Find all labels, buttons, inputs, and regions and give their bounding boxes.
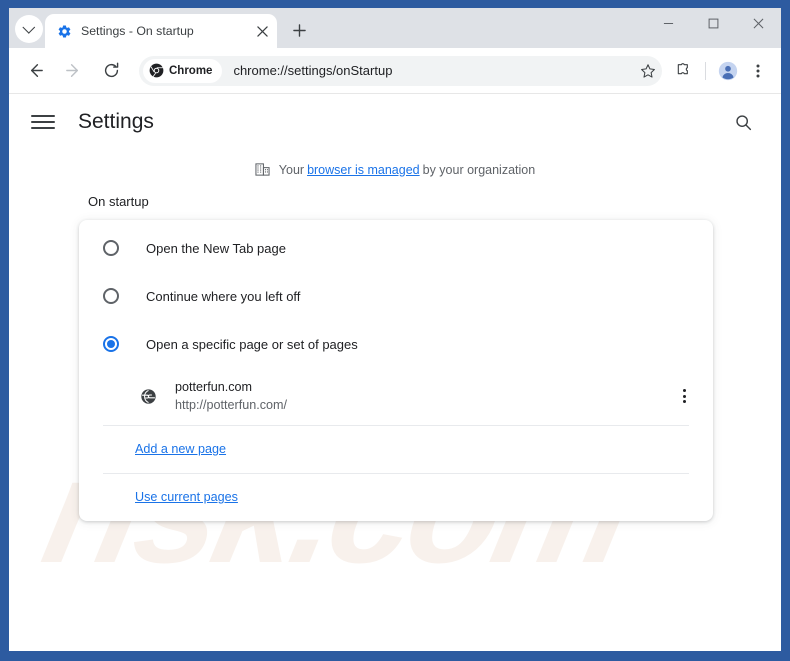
radio-icon[interactable] <box>103 288 119 304</box>
startup-site-name: potterfun.com <box>175 380 253 394</box>
back-button[interactable] <box>19 55 51 87</box>
building-icon <box>255 162 270 177</box>
add-new-page-link[interactable]: Add a new page <box>135 442 226 456</box>
add-new-page-row[interactable]: Add a new page <box>79 426 713 473</box>
managed-banner-link[interactable]: browser is managed <box>307 163 420 177</box>
tab-title: Settings - On startup <box>81 24 194 38</box>
startup-option-label: Open a specific page or set of pages <box>146 336 358 352</box>
window-controls <box>646 8 781 48</box>
use-current-pages-row[interactable]: Use current pages <box>79 474 713 521</box>
globe-icon <box>139 387 157 405</box>
managed-banner-suffix: by your organization <box>422 162 536 177</box>
puzzle-piece-icon <box>675 62 692 79</box>
browser-window: Settings - On startup Chrome chrome://se… <box>9 8 781 651</box>
radio-icon[interactable] <box>103 240 119 256</box>
chrome-chip-label: Chrome <box>169 64 213 77</box>
toolbar-divider <box>705 61 706 80</box>
startup-site-url: http://potterfun.com/ <box>175 398 288 413</box>
reload-button[interactable] <box>95 55 127 87</box>
minimize-button[interactable] <box>646 8 691 39</box>
on-startup-card: Open the New Tab page Continue where you… <box>79 220 713 521</box>
startup-option-continue[interactable]: Continue where you left off <box>79 272 713 320</box>
startup-option-specific-pages[interactable]: Open a specific page or set of pages <box>79 320 713 368</box>
three-dot-menu-icon[interactable] <box>743 56 773 86</box>
extensions-button[interactable] <box>668 56 698 86</box>
window-frame: Settings - On startup Chrome chrome://se… <box>0 0 790 661</box>
page-title: Settings <box>78 110 154 133</box>
startup-option-label: Continue where you left off <box>146 288 301 304</box>
chrome-logo-icon <box>149 63 164 78</box>
tab-strip: Settings - On startup <box>9 8 781 48</box>
radio-icon-selected[interactable] <box>103 336 119 352</box>
managed-banner: Your browser is managed by your organiza… <box>9 162 781 177</box>
address-bar[interactable]: Chrome chrome://settings/onStartup <box>139 55 662 86</box>
managed-banner-prefix: Your <box>278 162 305 177</box>
section-title-on-startup: On startup <box>88 194 149 209</box>
startup-option-label: Open the New Tab page <box>146 240 286 256</box>
browser-tab[interactable]: Settings - On startup <box>45 14 277 48</box>
profile-avatar-icon[interactable] <box>713 56 743 86</box>
settings-content: On startup Open the New Tab page Continu… <box>79 194 713 521</box>
startup-site-menu-button[interactable] <box>671 383 697 409</box>
startup-site-row: potterfun.com http://potterfun.com/ <box>79 368 713 425</box>
settings-header: Settings <box>9 94 781 150</box>
use-current-pages-link[interactable]: Use current pages <box>135 490 238 504</box>
startup-site-texts: potterfun.com http://potterfun.com/ <box>175 378 671 415</box>
startup-option-new-tab[interactable]: Open the New Tab page <box>79 224 713 272</box>
browser-toolbar: Chrome chrome://settings/onStartup <box>9 48 781 94</box>
chrome-origin-chip: Chrome <box>143 58 223 83</box>
forward-button[interactable] <box>57 55 89 87</box>
new-tab-button[interactable] <box>285 16 313 44</box>
hamburger-menu-icon[interactable] <box>31 110 55 134</box>
star-icon[interactable] <box>634 57 662 85</box>
address-bar-url: chrome://settings/onStartup <box>233 63 393 78</box>
tab-search-button[interactable] <box>15 15 43 43</box>
chevron-down-icon <box>21 20 35 34</box>
close-button[interactable] <box>736 8 781 39</box>
settings-gear-icon <box>56 23 72 39</box>
settings-page: PC risk.com Settings Your <box>9 94 781 651</box>
search-icon[interactable] <box>727 106 759 138</box>
close-icon[interactable] <box>253 22 271 40</box>
maximize-button[interactable] <box>691 8 736 39</box>
